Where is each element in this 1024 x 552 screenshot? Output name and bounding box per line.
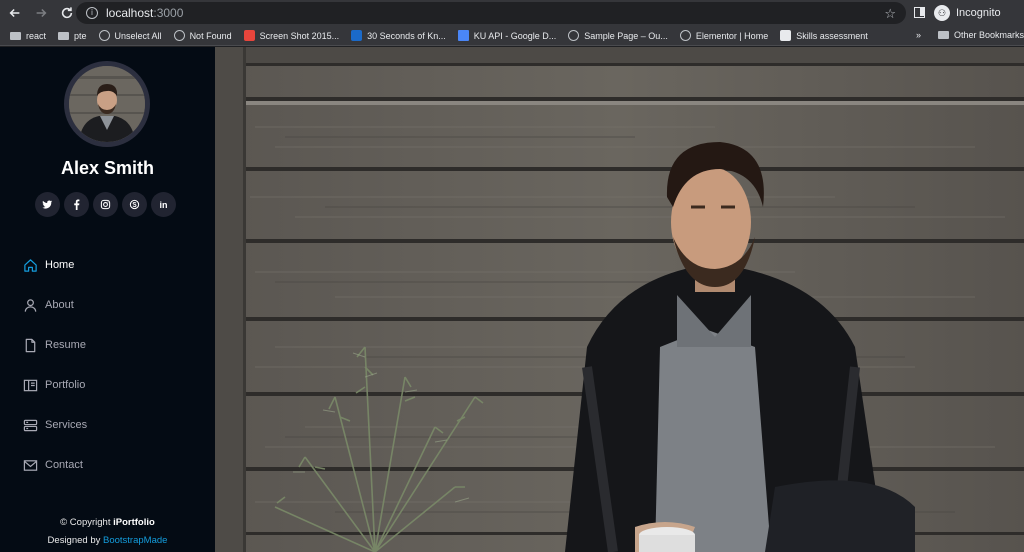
url-text: localhost:3000 (106, 6, 184, 20)
brand-name: iPortfolio (113, 517, 155, 528)
bookmark-item[interactable]: Screen Shot 2015... (243, 30, 339, 41)
nav-label: About (45, 299, 74, 311)
social-links: in (35, 192, 180, 217)
doc-icon (457, 30, 469, 41)
globe-icon (568, 30, 580, 41)
server-icon (22, 417, 38, 433)
main-nav: Home About Resume Portfolio Services Con… (22, 245, 87, 485)
more-bookmarks-button[interactable]: » (916, 30, 921, 40)
bookmark-item[interactable]: react (10, 31, 46, 41)
nav-label: Services (45, 419, 88, 431)
hero-background-image (215, 47, 1024, 552)
site-info-icon[interactable]: i (86, 7, 98, 19)
nav-item-services[interactable]: Services (22, 405, 87, 445)
twitter-icon (42, 200, 53, 209)
nav-label: Resume (45, 339, 86, 351)
home-icon (22, 257, 38, 273)
sidebar-footer: © Copyright iPortfolio Designed by Boots… (0, 514, 215, 550)
designer-link[interactable]: BootstrapMade (103, 535, 167, 546)
nav-label: Contact (45, 459, 83, 471)
back-button[interactable] (4, 2, 26, 24)
bookmark-item[interactable]: Skills assessment (780, 30, 868, 41)
image-icon (243, 30, 255, 41)
incognito-profile[interactable]: ⚇ Incognito (934, 3, 1001, 23)
instagram-icon (100, 199, 111, 210)
reload-button[interactable] (56, 2, 78, 24)
instagram-link[interactable] (93, 192, 118, 217)
nav-item-resume[interactable]: Resume (22, 325, 87, 365)
arrow-right-icon (36, 8, 47, 18)
nav-item-contact[interactable]: Contact (22, 445, 87, 485)
nav-item-portfolio[interactable]: Portfolio (22, 365, 87, 405)
globe-icon (679, 30, 691, 41)
globe-icon (173, 30, 185, 41)
facebook-link[interactable] (64, 192, 89, 217)
bookmark-item[interactable]: Not Found (173, 30, 232, 41)
book-icon (22, 377, 38, 393)
bookmark-item[interactable]: Unselect All (98, 30, 162, 41)
forward-button[interactable] (30, 2, 52, 24)
file-icon (22, 337, 38, 353)
skype-icon (129, 199, 140, 210)
page-viewport: Alex Smith in Home About Resume Portfoli… (0, 47, 1024, 552)
site-icon (780, 30, 792, 41)
reload-icon (61, 7, 73, 19)
sidebar: Alex Smith in Home About Resume Portfoli… (0, 47, 215, 552)
nav-item-about[interactable]: About (22, 285, 87, 325)
nav-label: Portfolio (45, 379, 86, 391)
credits: Designed by BootstrapMade (47, 535, 168, 546)
linkedin-icon (351, 30, 363, 41)
folder-icon (938, 31, 949, 39)
incognito-label: Incognito (956, 7, 1001, 19)
arrow-left-icon (9, 8, 20, 18)
facebook-icon (74, 199, 80, 210)
incognito-icon: ⚇ (934, 5, 950, 21)
nav-item-home[interactable]: Home (22, 245, 87, 285)
nav-label: Home (45, 259, 75, 271)
linkedin-icon: in (159, 199, 168, 210)
address-bar[interactable]: i localhost:3000 ☆ (76, 2, 906, 24)
bookmark-item[interactable]: KU API - Google D... (457, 30, 556, 41)
bookmark-star-icon[interactable]: ☆ (884, 6, 896, 22)
twitter-link[interactable] (35, 192, 60, 217)
person-icon (22, 297, 38, 313)
globe-icon (98, 30, 110, 41)
linkedin-link[interactable]: in (151, 192, 176, 217)
folder-icon (10, 31, 21, 40)
bookmark-item[interactable]: pte (58, 31, 87, 41)
bookmark-item[interactable]: 30 Seconds of Kn... (351, 30, 446, 41)
profile-photo (69, 66, 145, 142)
skype-link[interactable] (122, 192, 147, 217)
profile-name: Alex Smith (60, 158, 155, 178)
browser-toolbar: i localhost:3000 ☆ ⚇ Incognito (0, 0, 1024, 26)
avatar (64, 61, 150, 147)
envelope-icon (22, 457, 38, 473)
folder-icon (58, 31, 70, 40)
bookmarks-bar: react pte Unselect All Not Found Screen … (0, 26, 1024, 46)
copyright: © Copyright iPortfolio (60, 517, 155, 528)
bookmark-item[interactable]: Sample Page – Ou... (568, 30, 668, 41)
other-bookmarks-folder[interactable]: Other Bookmarks (938, 30, 1024, 40)
bookmark-item[interactable]: Elementor | Home (679, 30, 768, 41)
hero-section (215, 47, 1024, 552)
side-panel-icon[interactable] (914, 7, 925, 18)
